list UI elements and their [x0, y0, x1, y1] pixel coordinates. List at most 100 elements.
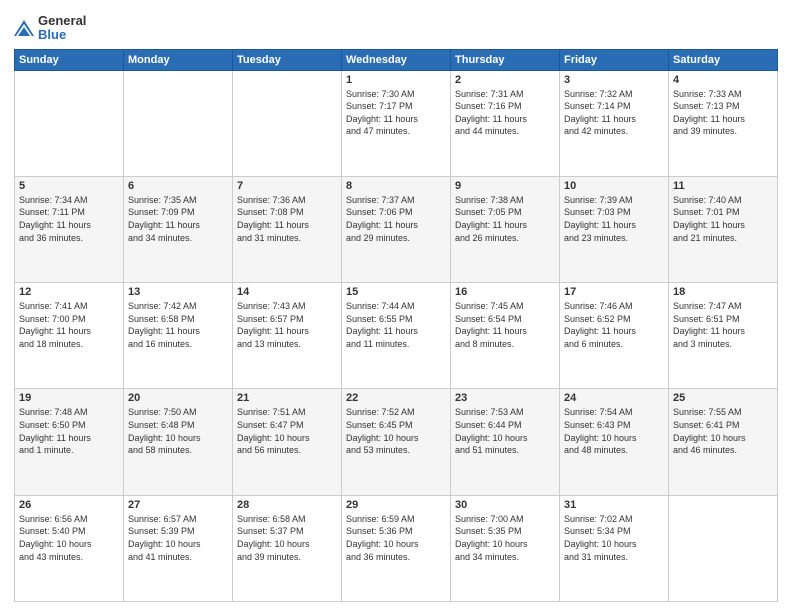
day-number: 17	[564, 286, 664, 298]
calendar-cell: 22 Sunrise: 7:52 AM Sunset: 6:45 PM Dayli…	[342, 389, 451, 495]
calendar-cell: 16Sunrise: 7:45 AM Sunset: 6:54 PM Dayli…	[451, 283, 560, 389]
day-info: Sunrise: 7:51 AM Sunset: 6:47 PM Dayligh…	[237, 406, 337, 456]
weekday-header-row: SundayMondayTuesdayWednesdayThursdayFrid…	[15, 49, 778, 70]
calendar-cell	[233, 70, 342, 176]
week-row-3: 12Sunrise: 7:41 AM Sunset: 7:00 PM Dayli…	[15, 283, 778, 389]
day-info: Sunrise: 7:53 AM Sunset: 6:44 PM Dayligh…	[455, 406, 555, 456]
calendar-cell: 31Sunrise: 7:02 AM Sunset: 5:34 PM Dayli…	[560, 495, 669, 601]
weekday-header-tuesday: Tuesday	[233, 49, 342, 70]
day-number: 29	[346, 499, 446, 511]
day-number: 15	[346, 286, 446, 298]
calendar-cell: 8 Sunrise: 7:37 AM Sunset: 7:06 PM Daylig…	[342, 176, 451, 282]
day-info: Sunrise: 7:48 AM Sunset: 6:50 PM Dayligh…	[19, 406, 119, 456]
calendar-cell: 11 Sunrise: 7:40 AM Sunset: 7:01 PM Dayli…	[669, 176, 778, 282]
week-row-5: 26Sunrise: 6:56 AM Sunset: 5:40 PM Dayli…	[15, 495, 778, 601]
day-number: 28	[237, 499, 337, 511]
calendar-cell: 28 Sunrise: 6:58 AM Sunset: 5:37 PM Dayli…	[233, 495, 342, 601]
day-number: 9	[455, 180, 555, 192]
calendar-cell: 2Sunrise: 7:31 AM Sunset: 7:16 PM Daylig…	[451, 70, 560, 176]
calendar-cell: 7 Sunrise: 7:36 AM Sunset: 7:08 PM Daylig…	[233, 176, 342, 282]
calendar-cell: 24 Sunrise: 7:54 AM Sunset: 6:43 PM Dayli…	[560, 389, 669, 495]
day-info: Sunrise: 7:47 AM Sunset: 6:51 PM Dayligh…	[673, 300, 773, 350]
logo-blue: Blue	[38, 28, 86, 42]
calendar-cell: 3 Sunrise: 7:32 AM Sunset: 7:14 PM Daylig…	[560, 70, 669, 176]
day-info: Sunrise: 7:52 AM Sunset: 6:45 PM Dayligh…	[346, 406, 446, 456]
weekday-header-saturday: Saturday	[669, 49, 778, 70]
day-info: Sunrise: 7:30 AM Sunset: 7:17 PM Dayligh…	[346, 88, 446, 138]
calendar-cell: 9 Sunrise: 7:38 AM Sunset: 7:05 PM Daylig…	[451, 176, 560, 282]
day-info: Sunrise: 7:40 AM Sunset: 7:01 PM Dayligh…	[673, 194, 773, 244]
day-number: 31	[564, 499, 664, 511]
day-info: Sunrise: 7:54 AM Sunset: 6:43 PM Dayligh…	[564, 406, 664, 456]
calendar-cell: 14Sunrise: 7:43 AM Sunset: 6:57 PM Dayli…	[233, 283, 342, 389]
calendar-cell: 15 Sunrise: 7:44 AM Sunset: 6:55 PM Dayli…	[342, 283, 451, 389]
day-info: Sunrise: 7:00 AM Sunset: 5:35 PM Dayligh…	[455, 513, 555, 563]
day-number: 4	[673, 74, 773, 86]
day-number: 18	[673, 286, 773, 298]
calendar-cell: 13 Sunrise: 7:42 AM Sunset: 6:58 PM Dayli…	[124, 283, 233, 389]
week-row-2: 5 Sunrise: 7:34 AM Sunset: 7:11 PM Daylig…	[15, 176, 778, 282]
day-info: Sunrise: 6:59 AM Sunset: 5:36 PM Dayligh…	[346, 513, 446, 563]
day-info: Sunrise: 7:39 AM Sunset: 7:03 PM Dayligh…	[564, 194, 664, 244]
calendar-cell: 10 Sunrise: 7:39 AM Sunset: 7:03 PM Dayli…	[560, 176, 669, 282]
week-row-4: 19Sunrise: 7:48 AM Sunset: 6:50 PM Dayli…	[15, 389, 778, 495]
day-number: 5	[19, 180, 119, 192]
logo-general: General	[38, 14, 86, 28]
calendar-cell: 5 Sunrise: 7:34 AM Sunset: 7:11 PM Daylig…	[15, 176, 124, 282]
page: General Blue SundayMondayTuesdayWednesda…	[0, 0, 792, 612]
calendar-table: SundayMondayTuesdayWednesdayThursdayFrid…	[14, 49, 778, 602]
day-info: Sunrise: 7:36 AM Sunset: 7:08 PM Dayligh…	[237, 194, 337, 244]
week-row-1: 1 Sunrise: 7:30 AM Sunset: 7:17 PM Daylig…	[15, 70, 778, 176]
day-number: 20	[128, 392, 228, 404]
day-number: 2	[455, 74, 555, 86]
calendar-cell: 1 Sunrise: 7:30 AM Sunset: 7:17 PM Daylig…	[342, 70, 451, 176]
day-info: Sunrise: 7:37 AM Sunset: 7:06 PM Dayligh…	[346, 194, 446, 244]
day-number: 7	[237, 180, 337, 192]
day-number: 24	[564, 392, 664, 404]
day-number: 13	[128, 286, 228, 298]
header: General Blue	[14, 10, 778, 43]
weekday-header-wednesday: Wednesday	[342, 49, 451, 70]
day-info: Sunrise: 7:44 AM Sunset: 6:55 PM Dayligh…	[346, 300, 446, 350]
day-info: Sunrise: 7:41 AM Sunset: 7:00 PM Dayligh…	[19, 300, 119, 350]
day-info: Sunrise: 7:32 AM Sunset: 7:14 PM Dayligh…	[564, 88, 664, 138]
calendar-cell: 18 Sunrise: 7:47 AM Sunset: 6:51 PM Dayli…	[669, 283, 778, 389]
day-number: 8	[346, 180, 446, 192]
calendar-cell: 6 Sunrise: 7:35 AM Sunset: 7:09 PM Daylig…	[124, 176, 233, 282]
day-number: 16	[455, 286, 555, 298]
day-info: Sunrise: 7:42 AM Sunset: 6:58 PM Dayligh…	[128, 300, 228, 350]
calendar-cell: 23 Sunrise: 7:53 AM Sunset: 6:44 PM Dayli…	[451, 389, 560, 495]
weekday-header-friday: Friday	[560, 49, 669, 70]
day-info: Sunrise: 6:58 AM Sunset: 5:37 PM Dayligh…	[237, 513, 337, 563]
day-info: Sunrise: 7:46 AM Sunset: 6:52 PM Dayligh…	[564, 300, 664, 350]
day-info: Sunrise: 7:34 AM Sunset: 7:11 PM Dayligh…	[19, 194, 119, 244]
day-info: Sunrise: 6:56 AM Sunset: 5:40 PM Dayligh…	[19, 513, 119, 563]
day-info: Sunrise: 7:38 AM Sunset: 7:05 PM Dayligh…	[455, 194, 555, 244]
day-info: Sunrise: 6:57 AM Sunset: 5:39 PM Dayligh…	[128, 513, 228, 563]
day-number: 10	[564, 180, 664, 192]
day-number: 21	[237, 392, 337, 404]
calendar-cell: 26Sunrise: 6:56 AM Sunset: 5:40 PM Dayli…	[15, 495, 124, 601]
calendar-cell: 20Sunrise: 7:50 AM Sunset: 6:48 PM Dayli…	[124, 389, 233, 495]
calendar-cell	[669, 495, 778, 601]
day-number: 27	[128, 499, 228, 511]
day-number: 11	[673, 180, 773, 192]
day-number: 1	[346, 74, 446, 86]
day-number: 6	[128, 180, 228, 192]
day-number: 3	[564, 74, 664, 86]
calendar-cell: 27 Sunrise: 6:57 AM Sunset: 5:39 PM Dayli…	[124, 495, 233, 601]
calendar-cell: 17 Sunrise: 7:46 AM Sunset: 6:52 PM Dayli…	[560, 283, 669, 389]
calendar-cell: 25 Sunrise: 7:55 AM Sunset: 6:41 PM Dayli…	[669, 389, 778, 495]
calendar-cell	[15, 70, 124, 176]
calendar-cell: 12Sunrise: 7:41 AM Sunset: 7:00 PM Dayli…	[15, 283, 124, 389]
day-info: Sunrise: 7:55 AM Sunset: 6:41 PM Dayligh…	[673, 406, 773, 456]
day-number: 23	[455, 392, 555, 404]
calendar-cell: 30 Sunrise: 7:00 AM Sunset: 5:35 PM Dayli…	[451, 495, 560, 601]
weekday-header-sunday: Sunday	[15, 49, 124, 70]
day-info: Sunrise: 7:35 AM Sunset: 7:09 PM Dayligh…	[128, 194, 228, 244]
day-number: 22	[346, 392, 446, 404]
day-number: 25	[673, 392, 773, 404]
calendar-cell	[124, 70, 233, 176]
day-info: Sunrise: 7:43 AM Sunset: 6:57 PM Dayligh…	[237, 300, 337, 350]
day-number: 30	[455, 499, 555, 511]
